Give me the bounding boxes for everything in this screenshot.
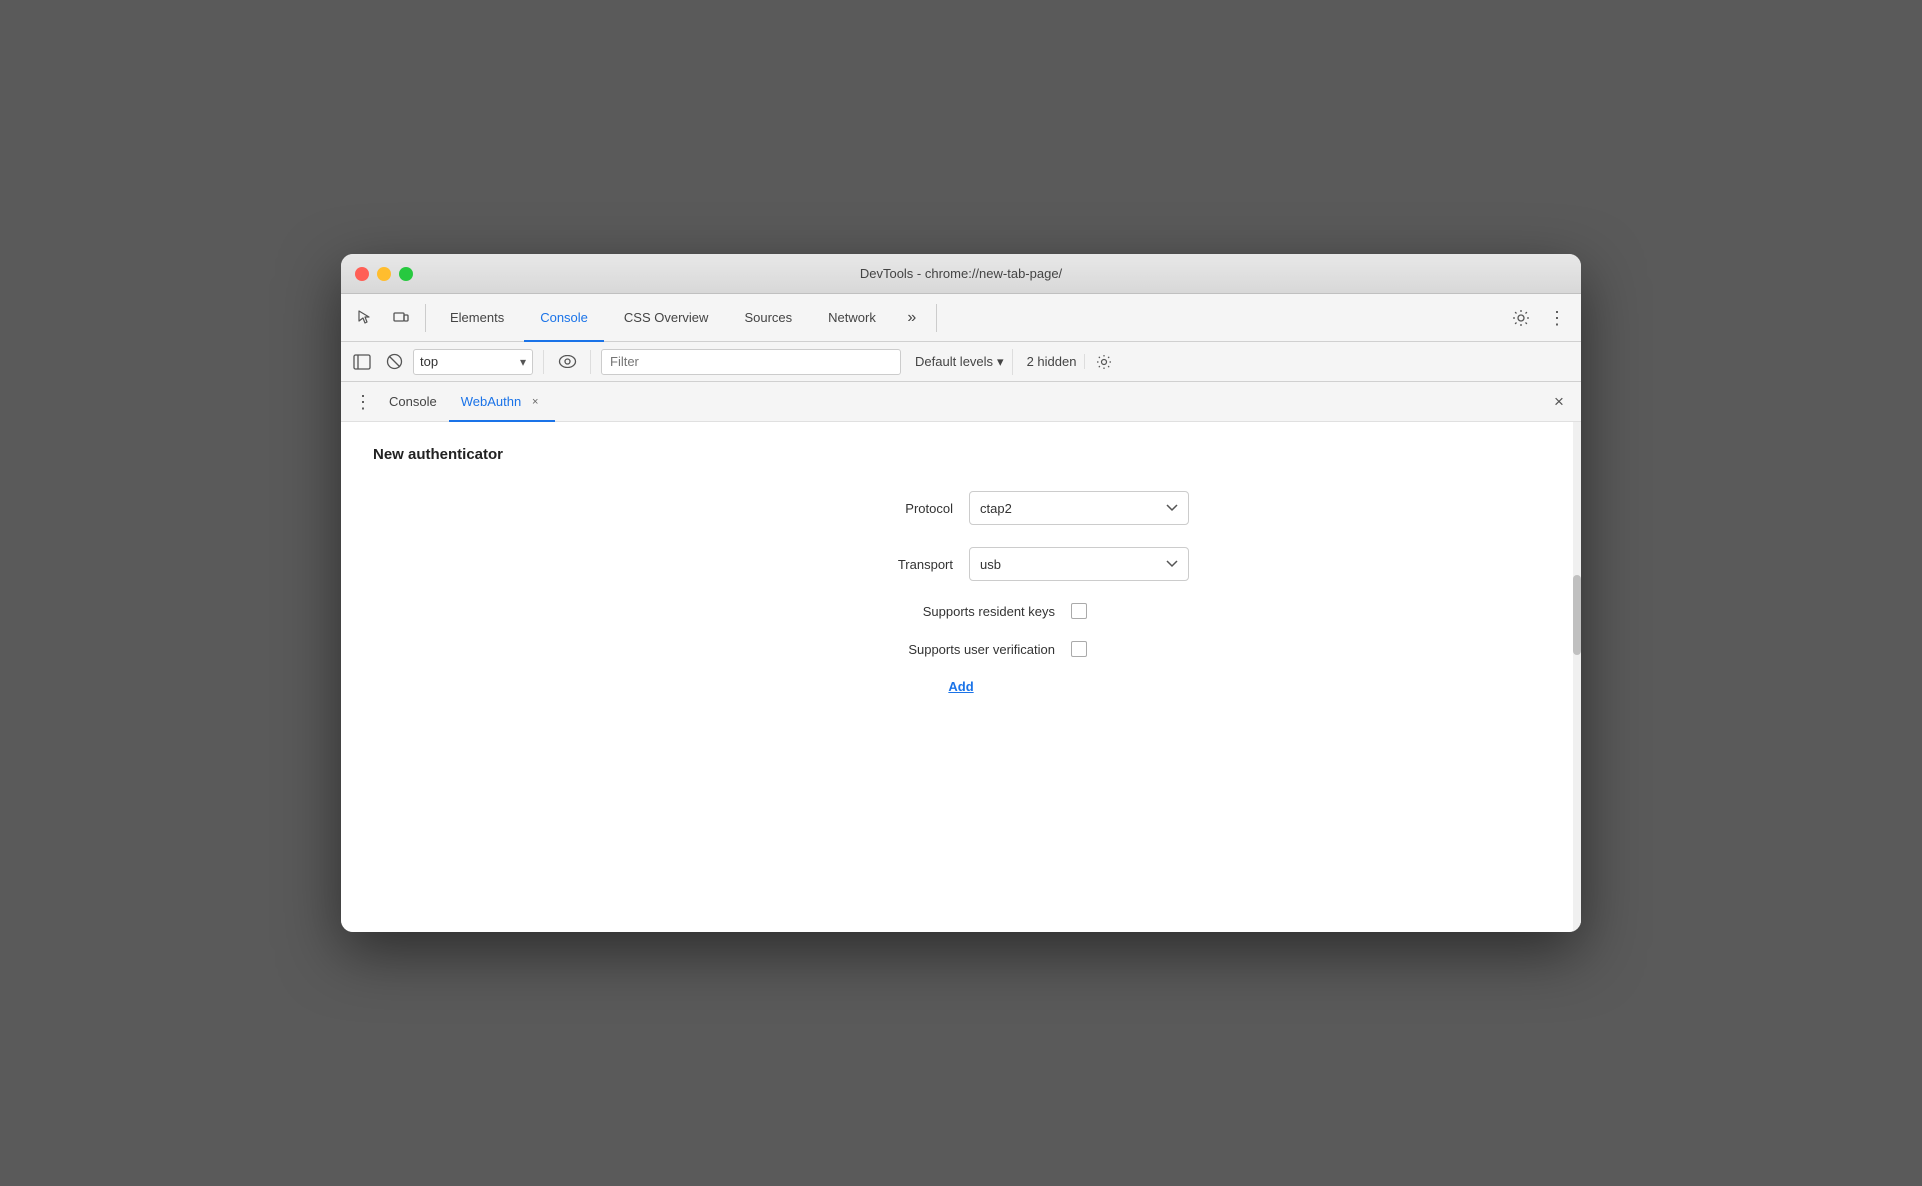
filter-input[interactable] — [610, 354, 892, 369]
clear-console-icon[interactable] — [381, 349, 407, 375]
scrollbar-thumb[interactable] — [1573, 575, 1581, 655]
more-tabs-icon[interactable]: » — [896, 302, 928, 334]
toolbar-divider-1 — [425, 304, 426, 332]
window-controls — [355, 267, 413, 281]
content-area: ⋮ Console WebAuthn × × New authenticator… — [341, 382, 1581, 932]
resident-keys-row: Supports resident keys — [373, 603, 1549, 619]
transport-label: Transport — [733, 557, 953, 572]
tab-console-drawer[interactable]: Console — [377, 382, 449, 422]
protocol-row: Protocol ctap2 u2f — [373, 491, 1549, 525]
maximize-button[interactable] — [399, 267, 413, 281]
context-dropdown-icon: ▾ — [520, 355, 526, 369]
protocol-select[interactable]: ctap2 u2f — [969, 491, 1189, 525]
resident-keys-checkbox[interactable] — [1071, 603, 1087, 619]
tab-css-overview[interactable]: CSS Overview — [608, 294, 725, 342]
console-divider-2 — [590, 350, 591, 374]
transport-row: Transport usb nfc ble internal — [373, 547, 1549, 581]
user-verification-row: Supports user verification — [373, 641, 1549, 657]
tab-sources[interactable]: Sources — [728, 294, 808, 342]
tab-webauthn-close[interactable]: × — [527, 394, 543, 410]
webauthn-content: New authenticator Protocol ctap2 u2f Tra… — [341, 422, 1581, 932]
more-options-icon[interactable]: ⋮ — [1541, 302, 1573, 334]
main-toolbar: Elements Console CSS Overview Sources Ne… — [341, 294, 1581, 342]
show-sidebar-icon[interactable] — [349, 349, 375, 375]
tab-network[interactable]: Network — [812, 294, 892, 342]
hidden-count: 2 hidden — [1019, 354, 1086, 369]
tab-elements[interactable]: Elements — [434, 294, 520, 342]
transport-select[interactable]: usb nfc ble internal — [969, 547, 1189, 581]
add-button[interactable]: Add — [948, 679, 973, 694]
eye-icon[interactable] — [554, 349, 580, 375]
tab-console[interactable]: Console — [524, 294, 604, 342]
console-divider-1 — [543, 350, 544, 374]
toolbar-right: ⋮ — [1505, 302, 1573, 334]
inspect-icon[interactable] — [349, 302, 381, 334]
console-toolbar: top ▾ Default levels ▾ 2 hidden — [341, 342, 1581, 382]
drawer-menu-icon[interactable]: ⋮ — [349, 388, 377, 416]
scrollbar-track[interactable] — [1573, 422, 1581, 932]
drawer-close-button[interactable]: × — [1545, 388, 1573, 416]
tab-webauthn[interactable]: WebAuthn × — [449, 382, 555, 422]
user-verification-checkbox[interactable] — [1071, 641, 1087, 657]
devtools-window: DevTools - chrome://new-tab-page/ Elemen… — [341, 254, 1581, 932]
window-title: DevTools - chrome://new-tab-page/ — [860, 266, 1062, 281]
resident-keys-label: Supports resident keys — [835, 604, 1055, 619]
drawer-header: ⋮ Console WebAuthn × × — [341, 382, 1581, 422]
user-verification-label: Supports user verification — [835, 642, 1055, 657]
context-value: top — [420, 354, 438, 369]
device-toggle-icon[interactable] — [385, 302, 417, 334]
minimize-button[interactable] — [377, 267, 391, 281]
settings-icon[interactable] — [1505, 302, 1537, 334]
add-row: Add — [373, 679, 1549, 694]
toolbar-divider-2 — [936, 304, 937, 332]
context-selector[interactable]: top ▾ — [413, 349, 533, 375]
console-settings-icon[interactable] — [1091, 349, 1117, 375]
filter-input-wrapper — [601, 349, 901, 375]
new-authenticator-title: New authenticator — [373, 446, 1549, 463]
webauthn-panel: New authenticator Protocol ctap2 u2f Tra… — [341, 422, 1581, 932]
titlebar: DevTools - chrome://new-tab-page/ — [341, 254, 1581, 294]
protocol-label: Protocol — [733, 501, 953, 516]
close-button[interactable] — [355, 267, 369, 281]
default-levels-button[interactable]: Default levels ▾ — [907, 349, 1013, 375]
